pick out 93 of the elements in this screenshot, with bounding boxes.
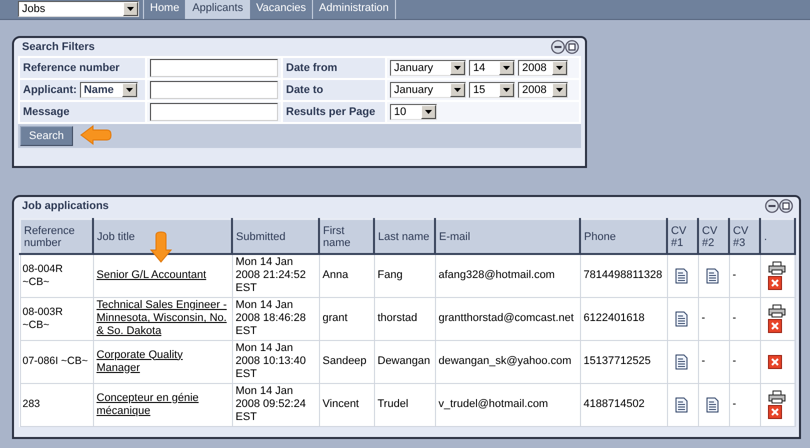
- dropdown[interactable]: 2008: [518, 60, 568, 76]
- table-cell: thorstad: [374, 297, 435, 340]
- delete-icon[interactable]: [768, 319, 782, 333]
- printer-icon[interactable]: [768, 304, 786, 318]
- field-label: Date from: [282, 57, 386, 79]
- table-cell: Mon 14 Jan 2008 10:13:40 EST: [232, 340, 319, 383]
- document-icon[interactable]: [706, 268, 718, 284]
- nav-tab[interactable]: Home: [143, 0, 186, 19]
- table-cell: Vincent: [319, 383, 374, 426]
- maximize-icon[interactable]: [779, 199, 793, 213]
- caret-icon: [126, 88, 133, 92]
- minimize-icon[interactable]: [551, 40, 565, 54]
- table-cell: grant: [319, 297, 374, 340]
- dropdown[interactable]: January: [390, 82, 466, 98]
- table-cell: 15137712525: [580, 340, 667, 383]
- field-label: Date to: [282, 79, 386, 101]
- dropdown[interactable]: 14: [469, 60, 516, 76]
- table-cell: 07-086I ~CB~: [20, 340, 93, 383]
- column-header[interactable]: E-mail: [435, 219, 580, 254]
- document-icon[interactable]: [674, 354, 688, 370]
- text-input[interactable]: [150, 59, 278, 77]
- field-label: Applicant:: [23, 84, 77, 96]
- table-cell: Dewangan: [374, 340, 435, 383]
- panel-title: Job applications: [22, 200, 109, 212]
- table-cell: Sandeep: [319, 340, 374, 383]
- caret-icon: [454, 88, 461, 92]
- table-cell: Mon 14 Jan 2008 09:52:24 EST: [232, 383, 319, 426]
- dropdown[interactable]: 2008: [518, 82, 568, 98]
- field-label: Message: [19, 101, 146, 123]
- table-cell: -: [729, 383, 760, 426]
- table-cell: -: [698, 297, 729, 340]
- column-header[interactable]: CV #2: [698, 219, 729, 254]
- table-cell: 7814498811328: [580, 254, 667, 297]
- table-cell: Mon 14 Jan 2008 21:24:52 EST: [232, 254, 319, 297]
- nav-tab[interactable]: Administration: [312, 0, 396, 19]
- table-cell: Trudel: [374, 383, 435, 426]
- table-cell: -: [698, 340, 729, 383]
- table-cell: -: [729, 254, 760, 297]
- caret-icon: [425, 110, 432, 114]
- caret-icon: [503, 88, 510, 92]
- printer-icon[interactable]: [768, 390, 786, 404]
- field-label: Results per Page: [282, 101, 386, 123]
- text-input[interactable]: [150, 103, 278, 121]
- column-header[interactable]: Reference number: [20, 219, 93, 254]
- dropdown[interactable]: 10: [390, 104, 437, 120]
- maximize-icon[interactable]: [565, 40, 579, 54]
- table-cell: 6122401618: [580, 297, 667, 340]
- field-label: Reference number: [19, 57, 146, 79]
- column-header[interactable]: CV #3: [729, 219, 760, 254]
- column-header[interactable]: Phone: [580, 219, 667, 254]
- column-header[interactable]: First name: [319, 219, 374, 254]
- printer-icon[interactable]: [768, 261, 786, 276]
- dropdown[interactable]: 15: [469, 82, 516, 98]
- document-icon[interactable]: [674, 268, 688, 284]
- column-header[interactable]: Job title: [93, 219, 232, 254]
- table-cell: 283: [20, 383, 93, 426]
- delete-icon[interactable]: [768, 354, 782, 368]
- text-input[interactable]: [150, 81, 278, 99]
- table-cell: 08-003R ~CB~: [20, 297, 93, 340]
- minimize-icon[interactable]: [765, 199, 779, 213]
- table-cell: -: [729, 340, 760, 383]
- dropdown[interactable]: Jobs: [18, 1, 139, 17]
- column-header[interactable]: Last name: [374, 219, 435, 254]
- caret-icon: [556, 66, 564, 70]
- table-cell: afang328@hotmail.com: [435, 254, 580, 297]
- table-cell: dewangan_sk@yahoo.com: [435, 340, 580, 383]
- column-header[interactable]: CV #1: [667, 219, 698, 254]
- document-icon[interactable]: [674, 396, 688, 412]
- table-cell: -: [729, 297, 760, 340]
- search-button[interactable]: Search: [20, 126, 73, 146]
- dropdown[interactable]: January: [390, 60, 466, 76]
- caret-icon: [503, 66, 510, 70]
- pointer-arrow: [80, 125, 112, 145]
- document-icon[interactable]: [674, 310, 688, 326]
- table-cell: Fang: [374, 254, 435, 297]
- caret-icon: [127, 7, 134, 11]
- dropdown[interactable]: Name: [80, 82, 138, 98]
- caret-icon: [454, 66, 461, 70]
- delete-icon[interactable]: [768, 405, 782, 419]
- table-cell: 08-004R ~CB~: [20, 254, 93, 297]
- table-cell: grantthorstad@comcast.net: [435, 297, 580, 340]
- column-header[interactable]: .: [760, 219, 795, 254]
- document-icon[interactable]: [706, 396, 718, 412]
- table-cell: Anna: [319, 254, 374, 297]
- caret-icon: [556, 88, 564, 92]
- nav-tab[interactable]: Applicants: [185, 0, 250, 19]
- column-header[interactable]: Submitted: [232, 219, 319, 254]
- table-cell: 4188714502: [580, 383, 667, 426]
- table-cell: Mon 14 Jan 2008 18:46:28 EST: [232, 297, 319, 340]
- table-cell: v_trudel@hotmail.com: [435, 383, 580, 426]
- panel-title: Search Filters: [22, 41, 95, 53]
- pointer-arrow: [150, 231, 172, 263]
- delete-icon[interactable]: [768, 276, 782, 290]
